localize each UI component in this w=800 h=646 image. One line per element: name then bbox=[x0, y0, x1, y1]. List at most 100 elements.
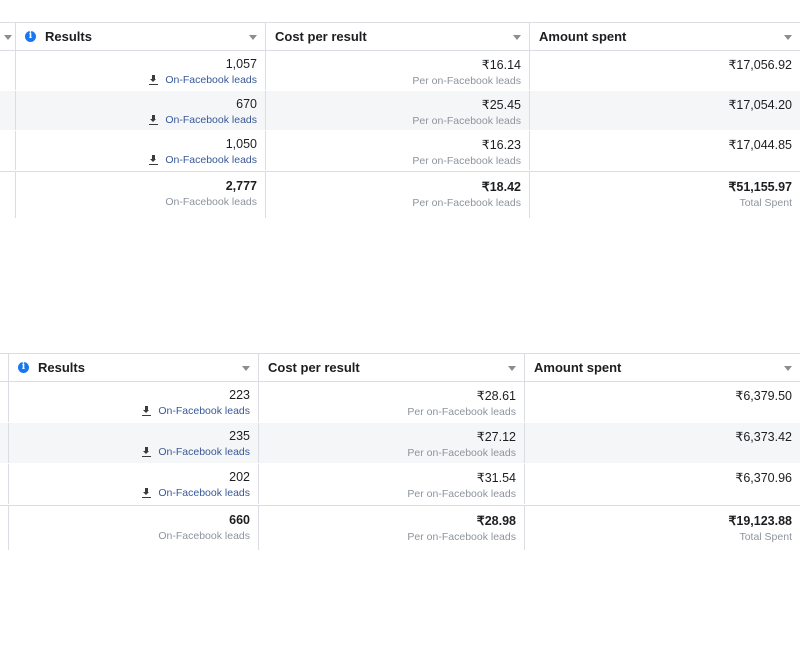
results-table-1: i Results Cost per result Amount spent 1… bbox=[0, 22, 800, 218]
header-amount-spent[interactable]: Amount spent bbox=[525, 354, 800, 381]
caret-down-icon[interactable] bbox=[4, 35, 12, 40]
cost-value: ₹31.54 bbox=[476, 471, 516, 485]
spent-value: ₹17,044.85 bbox=[728, 138, 792, 152]
row-lead-cell bbox=[0, 51, 16, 90]
cost-cell: ₹27.12 Per on-Facebook leads bbox=[259, 423, 525, 463]
download-icon bbox=[142, 447, 152, 457]
total-spent-sub: Total Spent bbox=[739, 531, 792, 543]
total-row: 2,777 On-Facebook leads ₹18.42 Per on-Fa… bbox=[0, 171, 800, 218]
result-type-link[interactable]: On-Facebook leads bbox=[149, 114, 257, 126]
total-spent-sub: Total Spent bbox=[739, 197, 792, 209]
results-value: 1,050 bbox=[225, 137, 257, 151]
header-cost-per-result[interactable]: Cost per result bbox=[266, 23, 530, 50]
table-header: i Results Cost per result Amount spent bbox=[0, 354, 800, 382]
results-cell: 202 On-Facebook leads bbox=[9, 464, 259, 504]
cost-sub: Per on-Facebook leads bbox=[412, 75, 521, 87]
header-results[interactable]: i Results bbox=[9, 354, 259, 381]
result-type-label: On-Facebook leads bbox=[158, 405, 250, 417]
total-spent-value: ₹19,123.88 bbox=[728, 514, 792, 528]
download-icon bbox=[142, 488, 152, 498]
results-cell: 235 On-Facebook leads bbox=[9, 423, 259, 463]
total-lead-cell bbox=[0, 506, 9, 550]
result-type-label: On-Facebook leads bbox=[165, 114, 257, 126]
results-cell: 1,057 On-Facebook leads bbox=[16, 51, 266, 90]
result-type-label: On-Facebook leads bbox=[165, 74, 257, 86]
total-cost-sub: Per on-Facebook leads bbox=[407, 531, 516, 543]
total-results-sub: On-Facebook leads bbox=[158, 530, 250, 542]
spent-cell: ₹6,379.50 bbox=[525, 382, 800, 422]
total-cost-cell: ₹28.98 Per on-Facebook leads bbox=[259, 506, 525, 550]
spent-cell: ₹17,056.92 bbox=[530, 51, 800, 90]
cost-sub: Per on-Facebook leads bbox=[407, 447, 516, 459]
table-header: i Results Cost per result Amount spent bbox=[0, 23, 800, 51]
row-lead-cell bbox=[0, 423, 9, 463]
cost-sub: Per on-Facebook leads bbox=[412, 115, 521, 127]
total-cost-value: ₹18.42 bbox=[481, 180, 521, 194]
row-lead-cell bbox=[0, 464, 9, 504]
result-type-link[interactable]: On-Facebook leads bbox=[149, 74, 257, 86]
cost-cell: ₹28.61 Per on-Facebook leads bbox=[259, 382, 525, 422]
cost-value: ₹16.14 bbox=[481, 58, 521, 72]
download-icon bbox=[149, 75, 159, 85]
header-cost-per-result[interactable]: Cost per result bbox=[259, 354, 525, 381]
result-type-link[interactable]: On-Facebook leads bbox=[149, 154, 257, 166]
total-results-cell: 660 On-Facebook leads bbox=[9, 506, 259, 550]
header-cell-previous[interactable] bbox=[0, 354, 9, 381]
caret-down-icon[interactable] bbox=[784, 366, 792, 371]
spent-cell: ₹6,373.42 bbox=[525, 423, 800, 463]
result-type-label: On-Facebook leads bbox=[165, 154, 257, 166]
caret-down-icon[interactable] bbox=[508, 366, 516, 371]
info-icon[interactable]: i bbox=[18, 362, 29, 373]
header-cell-previous[interactable] bbox=[0, 23, 16, 50]
table-row[interactable]: 1,057 On-Facebook leads ₹16.14 Per on-Fa… bbox=[0, 51, 800, 91]
cost-sub: Per on-Facebook leads bbox=[407, 406, 516, 418]
spent-value: ₹17,056.92 bbox=[728, 58, 792, 72]
header-results-label: Results bbox=[45, 29, 92, 44]
total-spent-value: ₹51,155.97 bbox=[728, 180, 792, 194]
header-results[interactable]: i Results bbox=[16, 23, 266, 50]
result-type-link[interactable]: On-Facebook leads bbox=[142, 405, 250, 417]
caret-down-icon[interactable] bbox=[784, 35, 792, 40]
header-amount-spent[interactable]: Amount spent bbox=[530, 23, 800, 50]
cost-value: ₹27.12 bbox=[476, 430, 516, 444]
result-type-link[interactable]: On-Facebook leads bbox=[142, 446, 250, 458]
cost-cell: ₹16.14 Per on-Facebook leads bbox=[266, 51, 530, 90]
caret-down-icon[interactable] bbox=[249, 35, 257, 40]
result-type-label: On-Facebook leads bbox=[158, 446, 250, 458]
spent-value: ₹17,054.20 bbox=[728, 98, 792, 112]
total-spent-cell: ₹19,123.88 Total Spent bbox=[525, 506, 800, 550]
header-cost-label: Cost per result bbox=[275, 29, 367, 44]
total-results-sub: On-Facebook leads bbox=[165, 196, 257, 208]
spent-cell: ₹17,044.85 bbox=[530, 131, 800, 170]
cost-cell: ₹16.23 Per on-Facebook leads bbox=[266, 131, 530, 170]
header-spent-label: Amount spent bbox=[539, 29, 627, 44]
results-table-2: i Results Cost per result Amount spent 2… bbox=[0, 353, 800, 550]
results-value: 202 bbox=[229, 470, 250, 484]
spent-cell: ₹17,054.20 bbox=[530, 91, 800, 130]
table-row[interactable]: 235 On-Facebook leads ₹27.12 Per on-Face… bbox=[0, 423, 800, 464]
result-type-label: On-Facebook leads bbox=[158, 487, 250, 499]
cost-cell: ₹25.45 Per on-Facebook leads bbox=[266, 91, 530, 130]
total-spent-cell: ₹51,155.97 Total Spent bbox=[530, 172, 800, 218]
header-results-label: Results bbox=[38, 360, 85, 375]
row-lead-cell bbox=[0, 91, 16, 130]
info-icon[interactable]: i bbox=[25, 31, 36, 42]
row-lead-cell bbox=[0, 131, 16, 170]
results-value: 670 bbox=[236, 97, 257, 111]
results-cell: 223 On-Facebook leads bbox=[9, 382, 259, 422]
row-lead-cell bbox=[0, 382, 9, 422]
caret-down-icon[interactable] bbox=[513, 35, 521, 40]
table-row[interactable]: 223 On-Facebook leads ₹28.61 Per on-Face… bbox=[0, 382, 800, 423]
results-value: 223 bbox=[229, 388, 250, 402]
spent-cell: ₹6,370.96 bbox=[525, 464, 800, 504]
table-row[interactable]: 1,050 On-Facebook leads ₹16.23 Per on-Fa… bbox=[0, 131, 800, 171]
result-type-link[interactable]: On-Facebook leads bbox=[142, 487, 250, 499]
header-spent-label: Amount spent bbox=[534, 360, 622, 375]
header-cost-label: Cost per result bbox=[268, 360, 360, 375]
table-row[interactable]: 202 On-Facebook leads ₹31.54 Per on-Face… bbox=[0, 464, 800, 505]
spent-value: ₹6,373.42 bbox=[735, 430, 792, 444]
caret-down-icon[interactable] bbox=[242, 366, 250, 371]
total-cost-sub: Per on-Facebook leads bbox=[412, 197, 521, 209]
table-row[interactable]: 670 On-Facebook leads ₹25.45 Per on-Face… bbox=[0, 91, 800, 131]
results-value: 1,057 bbox=[225, 57, 257, 71]
